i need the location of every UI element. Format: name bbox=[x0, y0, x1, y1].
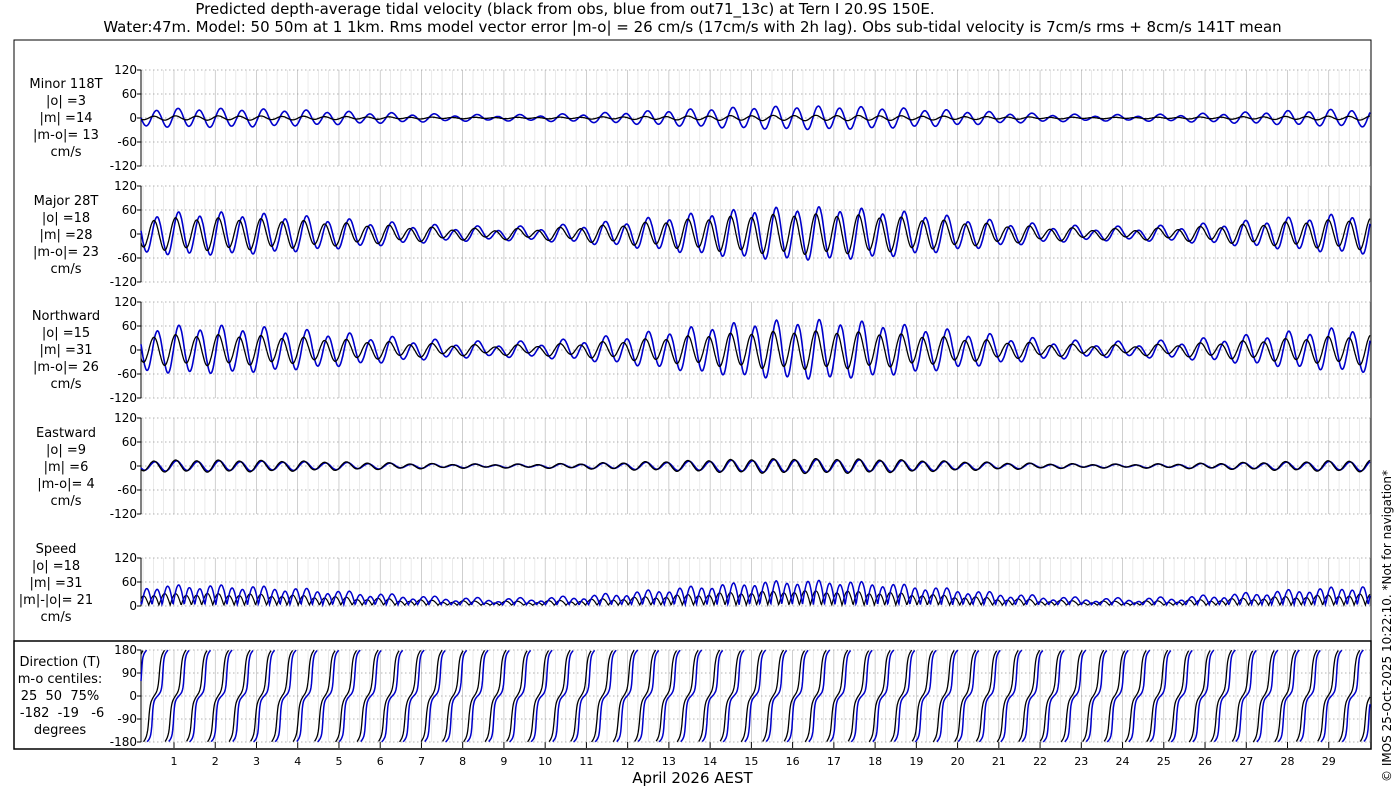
y-tick-label: 120 bbox=[114, 295, 137, 309]
y-tick-label: 120 bbox=[114, 179, 137, 193]
y-tick-label: -120 bbox=[110, 275, 137, 289]
y-tick-label: 0 bbox=[129, 111, 137, 125]
x-tick-label: 14 bbox=[703, 755, 717, 768]
y-tick-label: 60 bbox=[122, 435, 137, 449]
y-tick-label: -90 bbox=[117, 712, 137, 726]
y-tick-label: 60 bbox=[122, 319, 137, 333]
series-line-model bbox=[140, 318, 1371, 380]
y-tick-label: -60 bbox=[117, 251, 137, 265]
x-tick-label: 25 bbox=[1157, 755, 1171, 768]
tidal-velocity-chart: 1 2 3 4 5 6 7 8 9 10 11 12 13 14 15 16 17 18 19 20 21 22 23 24 2… bbox=[13, 39, 1372, 768]
x-tick-label: 9 bbox=[500, 755, 507, 768]
y-tick-label: 120 bbox=[114, 63, 137, 77]
y-tick-label: -60 bbox=[117, 367, 137, 381]
x-tick-label: 17 bbox=[827, 755, 841, 768]
x-tick-label: 19 bbox=[909, 755, 923, 768]
x-tick-label: 16 bbox=[786, 755, 800, 768]
y-tick-label: 0 bbox=[129, 227, 137, 241]
y-tick-label: 0 bbox=[129, 459, 137, 473]
x-tick-label: 24 bbox=[1116, 755, 1130, 768]
y-tick-label: 90 bbox=[122, 666, 137, 680]
copyright-credit: © IMOS 25-Oct-2025 10:22:10. *Not for na… bbox=[1380, 470, 1394, 782]
x-tick-label: 18 bbox=[868, 755, 882, 768]
x-tick-label: 27 bbox=[1239, 755, 1253, 768]
x-tick-label: 20 bbox=[951, 755, 965, 768]
x-tick-label: 11 bbox=[579, 755, 593, 768]
x-tick-label: 10 bbox=[538, 755, 552, 768]
y-tick-label: -60 bbox=[117, 135, 137, 149]
series-line-model bbox=[140, 206, 1371, 261]
y-tick-label: -60 bbox=[117, 483, 137, 497]
x-tick-label: 23 bbox=[1074, 755, 1088, 768]
x-tick-label: 13 bbox=[662, 755, 676, 768]
x-tick-label: 6 bbox=[377, 755, 384, 768]
y-tick-label: 60 bbox=[122, 203, 137, 217]
y-tick-label: 0 bbox=[129, 599, 137, 613]
y-tick-label: 60 bbox=[122, 575, 137, 589]
y-tick-label: 0 bbox=[129, 689, 137, 703]
x-tick-label: 7 bbox=[418, 755, 425, 768]
y-tick-label: 120 bbox=[114, 551, 137, 565]
y-tick-label: 180 bbox=[114, 643, 137, 657]
y-tick-label: 0 bbox=[129, 343, 137, 357]
y-tick-label: -120 bbox=[110, 391, 137, 405]
x-tick-label: 3 bbox=[253, 755, 260, 768]
x-tick-label: 15 bbox=[744, 755, 758, 768]
x-tick-label: 28 bbox=[1281, 755, 1295, 768]
y-tick-label: 120 bbox=[114, 411, 137, 425]
x-tick-label: 4 bbox=[294, 755, 301, 768]
x-tick-label: 1 bbox=[170, 755, 177, 768]
x-tick-label: 21 bbox=[992, 755, 1006, 768]
x-axis-label: April 2026 AEST bbox=[632, 769, 753, 787]
y-tick-label: 60 bbox=[122, 87, 137, 101]
y-tick-label: -120 bbox=[110, 507, 137, 521]
x-tick-label: 22 bbox=[1033, 755, 1047, 768]
x-tick-label: 29 bbox=[1322, 755, 1336, 768]
x-tick-label: 2 bbox=[212, 755, 219, 768]
x-tick-label: 8 bbox=[459, 755, 466, 768]
x-tick-label: 12 bbox=[621, 755, 635, 768]
y-tick-label: -120 bbox=[110, 159, 137, 173]
x-tick-label: 26 bbox=[1198, 755, 1212, 768]
y-tick-label: -180 bbox=[110, 735, 137, 749]
x-tick-label: 5 bbox=[335, 755, 342, 768]
